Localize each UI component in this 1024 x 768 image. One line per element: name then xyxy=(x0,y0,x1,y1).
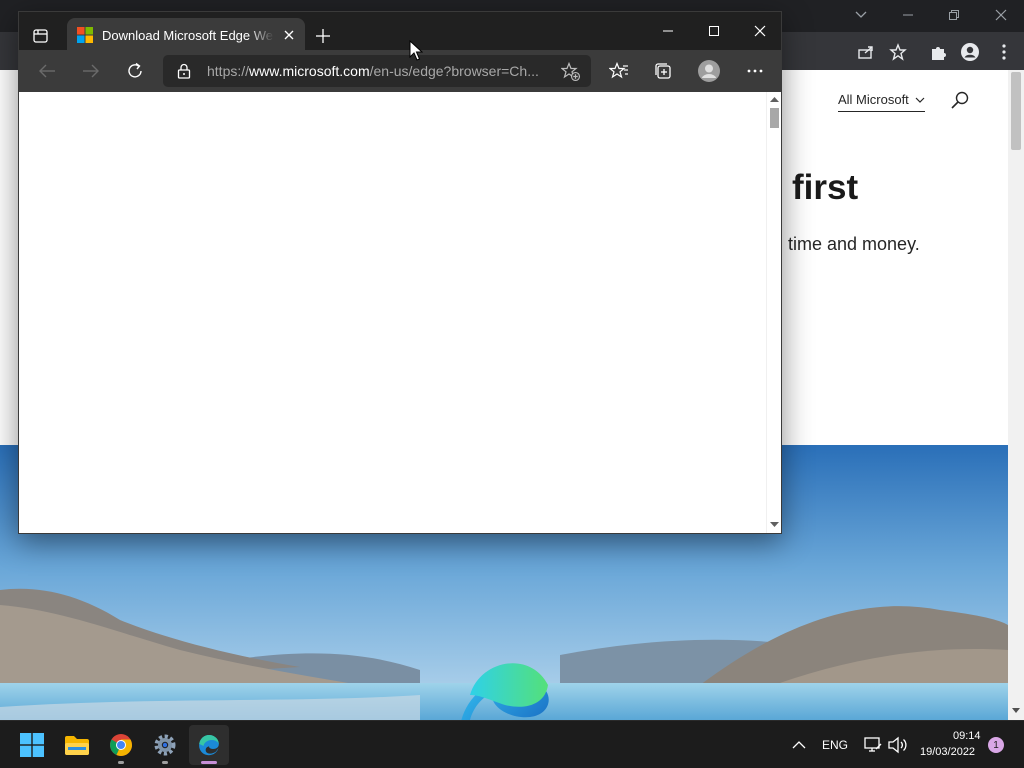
show-hidden-icons-button[interactable] xyxy=(792,737,810,753)
active-indicator xyxy=(201,761,217,764)
minimize-icon[interactable] xyxy=(645,18,691,44)
page-scrollbar[interactable] xyxy=(1008,70,1024,720)
profile-icon[interactable] xyxy=(956,40,984,64)
file-explorer-button[interactable] xyxy=(57,725,97,765)
file-explorer-icon xyxy=(65,736,89,755)
scrollbar-thumb[interactable] xyxy=(770,108,779,128)
settings-taskbar-button[interactable] xyxy=(145,725,185,765)
volume-icon[interactable] xyxy=(887,736,909,754)
network-icon[interactable] xyxy=(862,736,882,754)
desktop-screen: All Microsoft first time and money. Down… xyxy=(0,0,1024,768)
lock-icon[interactable] xyxy=(177,63,191,79)
scroll-up-arrow-icon[interactable] xyxy=(770,96,779,103)
taskbar: ENG 09:14 19/03/2022 1 xyxy=(0,720,1024,768)
edge-titlebar[interactable]: Download Microsoft Edge Web Browser | Mi… xyxy=(19,12,783,52)
chevron-down-icon xyxy=(915,97,925,103)
profile-icon[interactable] xyxy=(695,58,723,84)
url-host: www.microsoft.com xyxy=(249,63,370,79)
all-microsoft-label: All Microsoft xyxy=(838,92,909,107)
running-indicator xyxy=(162,761,168,764)
notification-badge[interactable]: 1 xyxy=(988,737,1004,753)
chrome-icon xyxy=(110,734,132,756)
minimize-icon[interactable] xyxy=(885,0,931,30)
refresh-icon[interactable] xyxy=(121,58,149,84)
chevron-up-icon xyxy=(792,741,806,749)
add-favorite-icon[interactable] xyxy=(561,62,581,82)
chrome-taskbar-button[interactable] xyxy=(101,725,141,765)
start-icon xyxy=(20,733,44,757)
all-microsoft-menu[interactable]: All Microsoft xyxy=(838,90,925,112)
page-subtext: time and money. xyxy=(788,234,920,254)
chrome-menu-icon[interactable] xyxy=(990,40,1018,64)
settings-icon xyxy=(154,734,176,756)
clock-time[interactable]: 09:14 xyxy=(953,730,981,742)
edge-taskbar-button[interactable] xyxy=(189,725,229,765)
tab-download-edge[interactable]: Download Microsoft Edge Web Browser | Mi… xyxy=(67,18,305,52)
edge-browser-window[interactable]: Download Microsoft Edge Web Browser | Mi… xyxy=(18,11,782,534)
share-icon[interactable] xyxy=(852,40,880,64)
extensions-icon[interactable] xyxy=(924,40,952,64)
microsoft-logo-icon xyxy=(77,27,93,43)
close-icon[interactable] xyxy=(737,18,783,44)
url-path: /en-us/edge?browser=Ch... xyxy=(369,63,539,79)
edge-scrollbar[interactable] xyxy=(766,92,781,533)
language-indicator[interactable]: ENG xyxy=(822,738,848,752)
scroll-down-arrow-icon[interactable] xyxy=(1012,706,1020,714)
scrollbar-thumb[interactable] xyxy=(1011,72,1021,150)
scroll-down-arrow-icon[interactable] xyxy=(770,521,779,528)
edge-icon xyxy=(199,734,219,756)
tab-title: Download Microsoft Edge Web Browser | Mi… xyxy=(102,27,274,43)
mouse-cursor-icon xyxy=(409,40,423,61)
tab-actions-icon[interactable] xyxy=(29,24,53,48)
bookmark-star-icon[interactable] xyxy=(884,40,912,64)
edge-toolbar: https://www.microsoft.com/en-us/edge?bro… xyxy=(19,50,781,92)
edge-page-content[interactable] xyxy=(19,92,766,533)
clock-date[interactable]: 19/03/2022 xyxy=(920,746,975,758)
maximize-icon[interactable] xyxy=(691,18,737,44)
page-heading: first xyxy=(792,168,859,207)
notification-count: 1 xyxy=(993,739,999,751)
url-prefix: https:// xyxy=(207,63,250,79)
chevron-down-icon[interactable] xyxy=(838,0,884,30)
forward-arrow-icon[interactable] xyxy=(77,58,105,84)
collections-icon[interactable] xyxy=(649,58,677,84)
close-icon[interactable] xyxy=(978,0,1024,30)
restore-icon[interactable] xyxy=(931,0,977,30)
settings-more-icon[interactable] xyxy=(741,58,769,84)
close-tab-icon[interactable] xyxy=(281,27,297,43)
start-button[interactable] xyxy=(12,725,52,765)
new-tab-icon[interactable] xyxy=(311,24,335,48)
address-bar[interactable]: https://www.microsoft.com/en-us/edge?bro… xyxy=(163,55,591,87)
back-arrow-icon[interactable] xyxy=(33,58,61,84)
favorites-icon[interactable] xyxy=(605,58,633,84)
url-text[interactable]: https://www.microsoft.com/en-us/edge?bro… xyxy=(207,63,547,79)
search-icon[interactable] xyxy=(950,90,970,110)
running-indicator xyxy=(118,761,124,764)
